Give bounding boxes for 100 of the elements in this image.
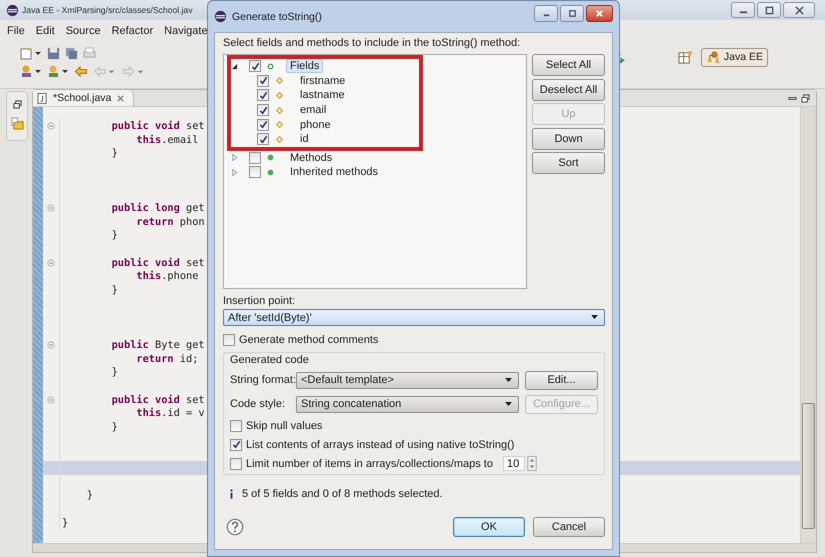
checkbox-label: List contents of arrays instead of using native toString(): [246, 438, 514, 450]
dropdown[interactable]: String concatenation: [296, 396, 519, 412]
code-line: return id;: [135, 352, 198, 365]
fold-icon[interactable]: [47, 396, 55, 404]
maximize-button[interactable]: [757, 2, 781, 18]
code-line: public void set: [110, 256, 205, 269]
menu-item[interactable]: File: [7, 25, 25, 37]
menu-item[interactable]: Source: [66, 25, 101, 37]
dialog-button[interactable]: OK: [453, 517, 525, 537]
checkbox[interactable]: [257, 74, 269, 87]
dialog-button[interactable]: Cancel: [533, 517, 605, 537]
expand-arrow-icon[interactable]: [231, 168, 238, 176]
dropdown[interactable]: <Default template>: [296, 372, 519, 388]
tree-item[interactable]: lastname: [296, 88, 349, 102]
side-button[interactable]: Deselect All: [532, 78, 605, 100]
close-button[interactable]: [783, 2, 815, 18]
checkbox[interactable]: [257, 133, 269, 146]
new-wizard-icon[interactable]: [20, 46, 42, 60]
checkbox[interactable]: [257, 104, 269, 116]
java-ee-perspective-button[interactable]: Java EE: [700, 48, 768, 66]
code-line: public void set: [110, 394, 205, 406]
minimize-button[interactable]: [534, 5, 558, 22]
run-icon[interactable]: [47, 64, 69, 78]
tree-item[interactable]: Fields: [286, 59, 324, 74]
maximize-icon: [764, 6, 774, 14]
scroll-thumb[interactable]: [802, 403, 815, 529]
java-file-icon: [37, 92, 48, 104]
checkbox[interactable]: [230, 420, 242, 432]
side-button[interactable]: Sort: [532, 152, 605, 174]
close-icon[interactable]: [116, 94, 126, 102]
tree-item[interactable]: Inherited methods: [286, 165, 382, 180]
instruction-text: Select fields and methods to include in the toString() method:: [223, 37, 522, 50]
code-line: this.phone: [135, 270, 198, 282]
tree-item[interactable]: id: [296, 132, 313, 146]
save-all-icon[interactable]: [65, 46, 78, 60]
tree-item[interactable]: firstname: [296, 74, 350, 88]
insertion-point-dropdown[interactable]: After 'setId(Byte)': [223, 309, 605, 326]
code-line: public long get: [110, 202, 205, 214]
checkbox[interactable]: [249, 166, 261, 178]
folder-icon[interactable]: [10, 117, 24, 130]
fold-icon[interactable]: [47, 122, 55, 130]
side-button[interactable]: Down: [532, 128, 605, 150]
editor-tab[interactable]: *School.java: [33, 90, 134, 106]
checkbox[interactable]: [223, 334, 235, 346]
close-icon: [794, 6, 804, 14]
menu-item[interactable]: Edit: [36, 25, 55, 37]
scrollbar[interactable]: [800, 107, 816, 543]
checkbox[interactable]: [249, 60, 261, 72]
fold-icon[interactable]: [47, 340, 55, 349]
checkbox[interactable]: [230, 438, 242, 450]
code-line: this.email: [135, 134, 198, 146]
code-line: }: [110, 366, 118, 378]
save-icon[interactable]: [47, 46, 60, 60]
code-line: }: [110, 147, 118, 160]
menu-item[interactable]: Refactor: [112, 25, 154, 37]
back-arrow-icon[interactable]: [93, 64, 117, 78]
code-line: }: [86, 489, 93, 502]
status-message: 5 of 5 fields and 0 of 8 methods selected.: [242, 488, 443, 500]
checkbox[interactable]: [257, 118, 269, 131]
eclipse-icon: [214, 10, 227, 23]
circle-icon: [267, 154, 274, 162]
checkbox[interactable]: [249, 152, 261, 164]
dropdown-arrow-icon: [505, 402, 512, 406]
close-button[interactable]: [586, 5, 613, 22]
circle-icon: [267, 62, 274, 70]
dialog-title: Generate toString(): [232, 10, 322, 22]
expand-arrow-icon[interactable]: [231, 154, 238, 162]
action-button[interactable]: Edit...: [525, 370, 598, 390]
collapse-arrow-icon[interactable]: [231, 62, 238, 70]
code-line: }: [110, 284, 118, 296]
restore-icon[interactable]: [12, 100, 22, 109]
field-label: Code style:: [230, 398, 286, 410]
minimize-button[interactable]: [731, 2, 755, 18]
code-line: this.id = v: [135, 407, 205, 420]
code-line: }: [110, 420, 118, 433]
spin-arrows-icon[interactable]: [526, 456, 537, 471]
dropdown-arrow-icon: [505, 378, 512, 382]
checkbox[interactable]: [257, 89, 269, 102]
maximize-icon[interactable]: [801, 94, 810, 102]
menu-item[interactable]: Navigate: [164, 25, 208, 37]
code-line: public Byte get: [110, 338, 205, 351]
maximize-icon: [568, 9, 576, 18]
tree-item[interactable]: phone: [296, 118, 335, 132]
side-button[interactable]: Select All: [532, 54, 605, 76]
checkbox[interactable]: [230, 458, 242, 470]
eclipse-icon: [6, 4, 19, 16]
maximize-button[interactable]: [560, 5, 584, 22]
help-icon[interactable]: [226, 518, 244, 536]
print-icon[interactable]: [83, 46, 96, 60]
dropdown-arrow-icon: [591, 315, 598, 320]
fold-icon[interactable]: [47, 204, 55, 212]
forward-arrow-icon[interactable]: [122, 64, 146, 78]
tree-item[interactable]: Methods: [286, 150, 336, 165]
fold-icon[interactable]: [47, 258, 55, 267]
circle-icon: [267, 168, 274, 176]
back-arrow-icon[interactable]: [74, 64, 88, 78]
close-icon: [595, 9, 604, 18]
tree-item[interactable]: email: [296, 103, 330, 118]
open-perspective-icon[interactable]: [678, 50, 693, 64]
debug-icon[interactable]: [20, 64, 42, 78]
